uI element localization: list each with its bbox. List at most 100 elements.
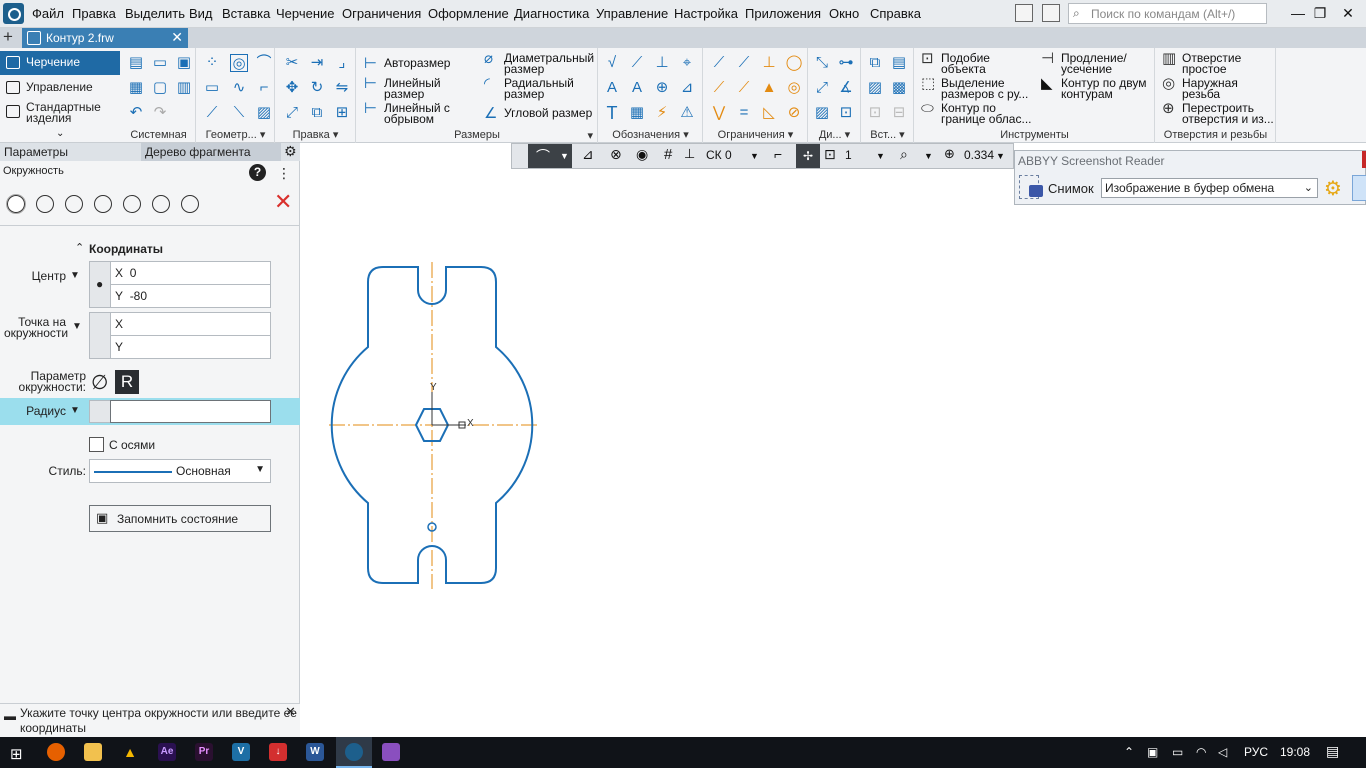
concentric-icon[interactable]: ◎ (785, 79, 803, 97)
trim-icon[interactable]: ✂ (283, 54, 301, 72)
auxiliary-line-icon[interactable]: ⟍ (230, 104, 248, 122)
drawing-canvas[interactable]: Y X (301, 143, 1366, 737)
collinear-icon[interactable]: ⋁ (710, 104, 728, 122)
language-indicator[interactable]: РУС (1244, 745, 1268, 759)
zoom-icon[interactable]: ⊕ (944, 146, 955, 162)
cs-value[interactable]: СК 0 (706, 148, 732, 162)
point-y-field[interactable]: Y (110, 335, 271, 359)
capture-target-select[interactable]: Изображение в буфер обмена ⌄ (1101, 178, 1318, 198)
circle-tangent-point-icon[interactable] (94, 195, 112, 213)
cs-icon[interactable]: ⊥ (684, 146, 695, 162)
spline-icon[interactable]: ∿ (230, 79, 248, 97)
polyline-icon[interactable]: ⌐ (255, 79, 273, 97)
cs-dropdown-icon[interactable]: ▼ (750, 151, 759, 161)
point-x-field[interactable]: X (110, 312, 271, 336)
app-triangle-icon[interactable]: ▲ (121, 743, 139, 761)
v-app-icon[interactable]: V (232, 743, 250, 761)
two-contours-button[interactable]: ◣ Контур по двум контурам (1041, 76, 1151, 100)
screenshot-reader-icon[interactable] (382, 743, 400, 761)
mode-manage[interactable]: Управление (0, 76, 120, 100)
center-mark-icon[interactable]: ⊕ (653, 79, 671, 97)
position-icon[interactable]: ⌖ (678, 54, 696, 72)
angular-dimension-button[interactable]: ∠ Угловой размер (484, 106, 592, 121)
panel-settings-icon[interactable]: ⚙ (284, 143, 297, 160)
axes-checkbox[interactable] (89, 437, 104, 452)
style-select[interactable]: Основная ▼ (89, 459, 271, 483)
tray-expand-icon[interactable]: ⌃ (1124, 745, 1134, 759)
step-icon[interactable]: ⌐ (774, 146, 782, 162)
move-icon[interactable]: ✥ (283, 79, 301, 97)
menu-drawing[interactable]: Черчение (276, 6, 335, 21)
redo-icon[interactable]: ↷ (151, 104, 169, 122)
wifi-icon[interactable]: ◠ (1196, 745, 1206, 759)
after-effects-icon[interactable]: Ae (158, 743, 176, 761)
circle-three-tangent-icon[interactable] (152, 195, 170, 213)
segment-icon[interactable]: ⟋ (203, 104, 221, 122)
view-insert-icon[interactable]: ▤ (890, 54, 908, 72)
download-app-icon[interactable]: ↓ (269, 743, 287, 761)
save-state-button[interactable]: ▣ Запомнить состояние (89, 505, 271, 532)
notifications-icon[interactable]: ▤ (1326, 743, 1339, 760)
menu-manage[interactable]: Управление (596, 6, 668, 21)
view-toggle-icon[interactable]: ⊗ (610, 146, 622, 163)
menu-apps[interactable]: Приложения (745, 6, 821, 21)
tile-icon[interactable] (1042, 4, 1060, 22)
point-snap-toggle[interactable] (89, 312, 111, 359)
group-insert-label[interactable]: Вст... ▾ (862, 128, 913, 141)
collapse-chevron-icon[interactable]: ⌃ (75, 241, 84, 254)
tab-document[interactable]: Контур 2.frw ✕ (22, 28, 188, 48)
abbyy-extra-button[interactable] (1352, 175, 1366, 201)
ortho-icon[interactable]: ⊿ (582, 146, 594, 163)
array-icon[interactable]: ⊞ (333, 104, 351, 122)
extend-icon[interactable]: ⇥ (308, 54, 326, 72)
menu-diagnostics[interactable]: Диагностика (514, 6, 589, 21)
perpendicular-icon[interactable]: ⟋ (735, 79, 753, 97)
table-icon[interactable]: ▦ (628, 104, 646, 122)
kompas-logo-icon[interactable] (3, 3, 24, 24)
mirror-icon[interactable]: ⇋ (333, 79, 351, 97)
angle-measure-icon[interactable]: ∡ (837, 79, 855, 97)
layer-value[interactable]: 1 (845, 148, 852, 162)
rebuild-holes-button[interactable]: ⊕ Перестроить отверстия и из... (1162, 101, 1274, 125)
lightning-icon[interactable]: ⚡ (653, 104, 671, 122)
area-contour-button[interactable]: ⬭ Контур по границе облас... (921, 101, 1037, 125)
leader-icon[interactable]: ⟋ (628, 54, 646, 72)
external-thread-button[interactable]: ◎ Наружная резьба (1162, 76, 1274, 100)
abbyy-settings-icon[interactable]: ⚙ (1324, 176, 1342, 201)
equal-icon[interactable]: = (735, 104, 753, 122)
center-x-field[interactable]: X 0 (110, 261, 271, 285)
radial-dimension-button[interactable]: ◜ Радиальный размер (484, 76, 599, 100)
vertical-icon[interactable]: ⟋ (735, 54, 753, 72)
coincident-icon[interactable]: ▲ (760, 79, 778, 97)
close-tab-icon[interactable]: ✕ (171, 29, 183, 46)
center-snap-toggle[interactable]: ● (89, 261, 111, 308)
arc-icon[interactable]: ⌒ (255, 54, 273, 72)
tree-icon[interactable]: ⋮ (277, 165, 291, 182)
menu-select[interactable]: Выделить (125, 6, 185, 21)
print-icon[interactable]: ▦ (127, 79, 145, 97)
view-arrow-icon[interactable]: ⚠ (678, 104, 696, 122)
expand-modes-icon[interactable]: ⌄ (56, 128, 64, 139)
new-icon[interactable]: ▤ (127, 54, 145, 72)
linear-break-dimension-button[interactable]: ⊢ Линейный с обрывом (364, 101, 484, 125)
windows-start-icon[interactable]: ⊞ (10, 745, 23, 763)
scale-icon[interactable]: ⤢ (283, 104, 301, 122)
circle-two-points-icon[interactable] (181, 195, 199, 213)
tray-app-icon[interactable]: ▣ (1147, 745, 1158, 759)
close-window-icon[interactable]: ✕ (1330, 2, 1366, 24)
diameter-dimension-button[interactable]: ⌀ Диаметральный размер (484, 51, 599, 75)
parallel-icon[interactable]: ⟋ (710, 79, 728, 97)
group-designations-label[interactable]: Обозначения ▾ (599, 128, 702, 141)
diameter-toggle-icon[interactable]: ∅ (91, 370, 108, 395)
menu-settings[interactable]: Настройка (674, 6, 738, 21)
group-diagnostics-label[interactable]: Ди... ▾ (809, 128, 860, 141)
fillet-icon[interactable]: ⌟ (333, 54, 351, 72)
layer-dropdown-icon[interactable]: ▼ (876, 151, 885, 161)
cancel-command-icon[interactable]: ✕ (274, 189, 292, 215)
undo-icon[interactable]: ↶ (127, 104, 145, 122)
extend-trim-button[interactable]: ⊣ Продление/ усечение (1041, 51, 1151, 75)
show-constraints-icon[interactable]: ⊘ (785, 104, 803, 122)
macro-icon[interactable]: ⊡ (866, 104, 884, 122)
fix-icon[interactable]: ⊥ (760, 54, 778, 72)
center-y-field[interactable]: Y -80 (110, 284, 271, 308)
